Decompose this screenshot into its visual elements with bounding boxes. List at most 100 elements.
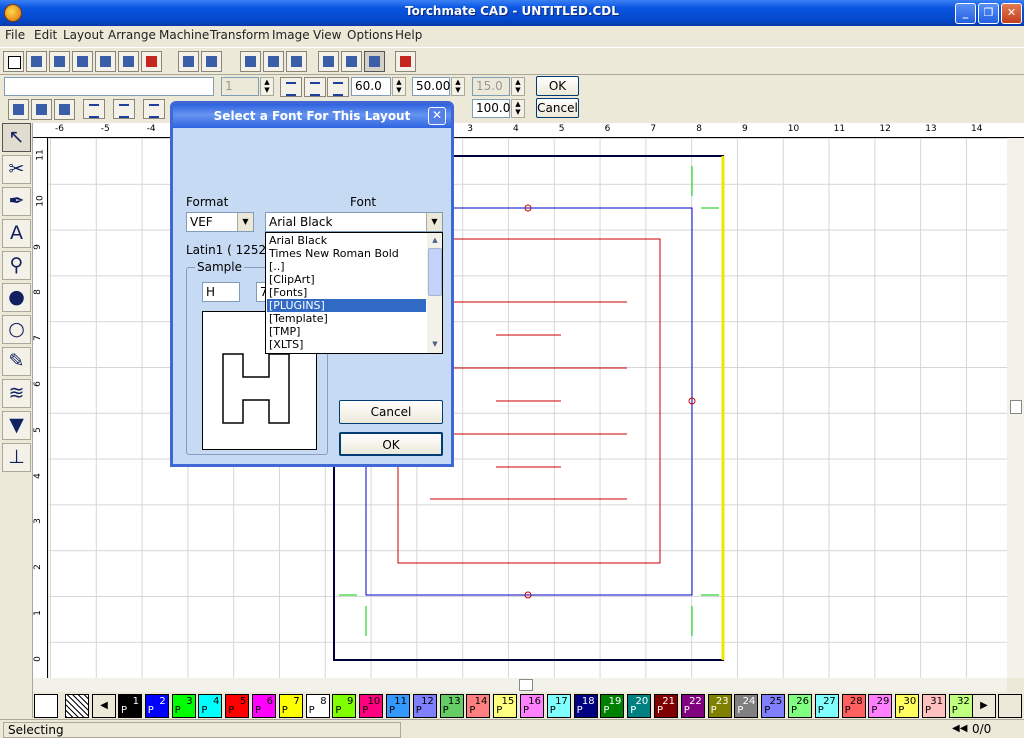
shape-tool-icon[interactable]: ○ [2, 315, 31, 344]
palette-swatch[interactable]: 32 P [948, 694, 973, 718]
percent-field[interactable]: 100.0 [472, 99, 510, 118]
no-fill-swatch[interactable] [34, 694, 58, 718]
scroll-down-icon[interactable]: ▼ [427, 337, 442, 351]
print-icon[interactable] [341, 51, 362, 72]
first-page-icon[interactable]: ◀◀ [952, 723, 967, 734]
list-scrollbar[interactable]: ▲ ▼ [427, 233, 442, 353]
node-edit-icon[interactable]: ✂ [2, 155, 31, 184]
center-icon[interactable] [113, 99, 135, 119]
close-button[interactable]: ✕ [1001, 3, 1022, 24]
palette-swatch[interactable]: 1P [118, 694, 142, 718]
zoom-tool-icon[interactable]: ⚲ [2, 251, 31, 280]
text-tool-icon[interactable]: A [2, 219, 31, 248]
align-center-icon[interactable] [304, 77, 326, 97]
zoom-select-icon[interactable] [263, 51, 284, 72]
percent-spinner[interactable]: ▲ ▼ [511, 99, 525, 118]
menu-help[interactable]: Help [395, 28, 422, 42]
left-justify-icon[interactable] [143, 99, 165, 119]
menu-options[interactable]: Options [347, 28, 393, 42]
palette-swatch[interactable]: 10 P [359, 694, 384, 718]
save-all-icon[interactable] [54, 99, 75, 120]
palette-swatch[interactable]: 15 P [493, 694, 518, 718]
palette-swatch[interactable]: 26 P [788, 694, 812, 718]
torch-color-icon[interactable] [998, 694, 1022, 718]
palette-swatch[interactable]: 27 P [814, 694, 839, 718]
y-value-field[interactable]: 50.00 [412, 77, 450, 96]
menu-machine[interactable]: Machine [159, 28, 209, 42]
palette-swatch[interactable]: 22 P [680, 694, 705, 718]
scroll-up-icon[interactable]: ▲ [427, 233, 442, 247]
zoom-all-icon[interactable] [286, 51, 307, 72]
palette-swatch[interactable]: 14 P [466, 694, 491, 718]
restore-button[interactable]: ❐ [978, 3, 999, 24]
open-icon[interactable] [8, 99, 29, 120]
palette-swatch[interactable]: 4P [198, 694, 223, 718]
exit-icon[interactable] [141, 51, 162, 72]
save-as-icon[interactable] [72, 51, 93, 72]
menu-edit[interactable]: Edit [34, 28, 57, 42]
toolbar-ok-button[interactable]: OK [536, 76, 579, 96]
color-fill-icon[interactable]: ● [2, 283, 31, 312]
palette-swatch[interactable]: 29 P [868, 694, 893, 718]
palette-swatch[interactable]: 19 P [600, 694, 625, 718]
palette-swatch[interactable]: 21 P [654, 694, 678, 718]
chevron-down-icon[interactable]: ▼ [426, 213, 442, 231]
align-right-icon[interactable] [327, 77, 349, 97]
palette-swatch[interactable]: 8P [305, 694, 330, 718]
sample-text-input[interactable]: H [202, 282, 240, 302]
count-spinner[interactable]: ▲ ▼ [260, 77, 274, 96]
palette-swatch[interactable]: 28 P [841, 694, 866, 718]
layer-icon[interactable]: ≋ [2, 379, 31, 408]
justify-icon[interactable] [83, 99, 105, 119]
palette-swatch[interactable]: 23 P [707, 694, 732, 718]
x-value-field[interactable]: 60.0 [351, 77, 391, 96]
cut-tool-icon[interactable] [364, 51, 385, 72]
dialog-close-icon[interactable]: ✕ [428, 107, 446, 125]
pencil-icon[interactable]: ✎ [2, 347, 31, 376]
menu-layout[interactable]: Layout [63, 28, 104, 42]
palette-swatch[interactable]: 24 P [734, 694, 759, 718]
machine-icon[interactable] [395, 51, 416, 72]
palette-swatch[interactable]: 3P [171, 694, 196, 718]
palette-swatch[interactable]: 16 P [520, 694, 544, 718]
palette-swatch[interactable]: 2P [144, 694, 169, 718]
count-field[interactable]: 1 [221, 77, 259, 96]
font-list-item[interactable]: [Template] [267, 312, 426, 325]
font-list-item[interactable]: [Fonts] [267, 286, 426, 299]
palette-swatch[interactable]: 5P [225, 694, 250, 718]
palette-swatch[interactable]: 20 P [627, 694, 652, 718]
palette-swatch[interactable]: 18 P [573, 694, 598, 718]
hscroll-thumb[interactable] [519, 679, 533, 691]
cut-path-icon[interactable]: ⊥ [2, 443, 31, 472]
palette-swatch[interactable]: 7P [278, 694, 303, 718]
palette-swatch[interactable]: 17 P [546, 694, 571, 718]
save-icon[interactable] [49, 51, 70, 72]
minimize-button[interactable]: _ [955, 3, 976, 24]
text-entry-field[interactable] [4, 77, 214, 96]
new-file-icon[interactable] [3, 51, 24, 72]
palette-right-arrow-icon[interactable]: ▶ [972, 694, 996, 718]
view-icon[interactable] [240, 51, 261, 72]
palette-swatch[interactable]: 12 P [412, 694, 437, 718]
font-list-item[interactable]: [..] [267, 260, 426, 273]
chevron-down-icon[interactable]: ▼ [237, 213, 253, 231]
dialog-cancel-button[interactable]: Cancel [339, 400, 443, 424]
x-spinner[interactable]: ▲ ▼ [392, 77, 406, 96]
font-list-item[interactable]: [PLUGINS] [267, 299, 426, 312]
font-dropdown[interactable]: Arial Black ▼ [265, 212, 443, 232]
palette-swatch[interactable]: 11 P [386, 694, 410, 718]
align-left-icon[interactable] [280, 77, 302, 97]
font-list[interactable]: ▲ ▼ Arial Black Times New Roman Bold [..][… [265, 232, 443, 354]
palette-swatch[interactable]: 31 P [922, 694, 946, 718]
font-list-item[interactable]: [TMP] [267, 325, 426, 338]
menu-arrange[interactable]: Arrange [108, 28, 156, 42]
height-field[interactable]: 15.0 [472, 77, 510, 96]
menu-file[interactable]: File [5, 28, 25, 42]
library-icon[interactable] [118, 51, 139, 72]
toolbar-cancel-button[interactable]: Cancel [536, 98, 579, 118]
palette-swatch[interactable]: 9P [332, 694, 357, 718]
y-spinner[interactable]: ▲ ▼ [451, 77, 465, 96]
select-arrow-icon[interactable]: ↖ [2, 123, 31, 152]
format-dropdown[interactable]: VEF ▼ [186, 212, 254, 232]
menu-image[interactable]: Image [272, 28, 310, 42]
